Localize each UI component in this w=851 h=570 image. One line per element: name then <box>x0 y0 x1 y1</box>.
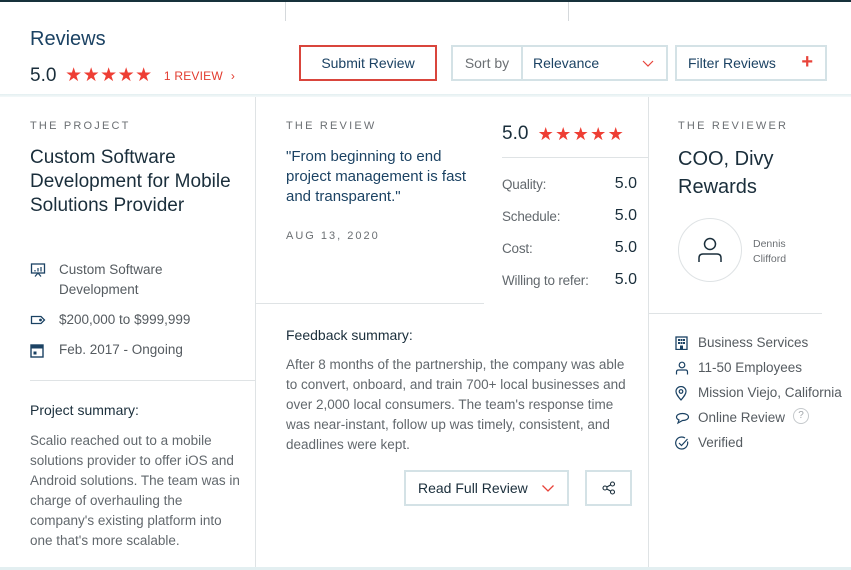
reviewer-meta-list: Business Services 11-50 Employees Missio… <box>675 333 847 458</box>
project-divider <box>30 380 256 381</box>
reviewer-company-size-text: 11-50 Employees <box>698 360 803 375</box>
review-quote: "From beginning to end project managemen… <box>286 148 467 205</box>
review-count-label: 1 REVIEW <box>163 68 223 83</box>
filter-reviews-label: Filter Reviews <box>688 55 776 71</box>
submit-review-button[interactable]: Submit Review <box>299 45 437 81</box>
chevron-right-icon: › <box>230 68 236 83</box>
star-rating: ★ ★ ★ ★ ★ <box>64 64 152 87</box>
chevron-down-icon <box>642 60 654 67</box>
star-icon: ★ <box>555 123 571 144</box>
reviews-header: Reviews 5.0 ★ ★ ★ ★ ★ 1 REVIEW › Submit Revie… <box>0 2 851 94</box>
reviewer-review-type: Online Review ? <box>675 408 847 428</box>
reviewer-column: THE REVIEWER COO, Divy Rewards Dennis Cl… <box>649 97 851 567</box>
project-service-text: Custom Software Development <box>59 262 163 297</box>
project-eyebrow: THE PROJECT <box>30 120 131 132</box>
help-icon[interactable]: ? <box>793 408 810 424</box>
share-button[interactable] <box>585 470 632 506</box>
reviewer-review-type-text: Online Review <box>698 410 786 425</box>
project-service: Custom Software Development <box>30 260 245 300</box>
star-icon: ★ <box>607 123 624 144</box>
reviewer-industry-text: Business Services <box>698 335 809 350</box>
reviewer-company-size: 11-50 Employees <box>675 358 847 378</box>
rating-label: Quality: <box>502 176 547 192</box>
feedback-summary-heading: Feedback summary: <box>286 327 413 343</box>
project-budget-text: $200,000 to $999,999 <box>59 312 191 327</box>
read-full-review-label: Read Full Review <box>418 480 528 496</box>
rating-row-schedule: Schedule: 5.0 <box>502 207 637 225</box>
calendar-icon <box>30 340 59 360</box>
feedback-summary-text: After 8 months of the partnership, the c… <box>286 357 626 452</box>
sort-label: Sort by <box>453 47 523 79</box>
sort-value: Relevance <box>533 55 600 71</box>
reviewer-name: Dennis Clifford <box>753 238 787 265</box>
rating-row-cost: Cost: 5.0 <box>502 239 637 257</box>
project-summary-text: Scalio reached out to a mobile solutions… <box>30 433 240 548</box>
rating-breakdown: 5.0 ★ ★ ★ ★ ★ Quality: 5.0 Schedule: 5.0 Cos… <box>502 97 649 303</box>
project-title: Custom Software Development for Mobile S… <box>30 147 231 216</box>
check-circle-icon <box>675 433 698 453</box>
rating-row-willing-to-refer: Willing to refer: 5.0 <box>502 271 637 289</box>
reviewer-verified: Verified <box>675 433 847 453</box>
star-icon: ★ <box>572 123 589 144</box>
project-dates-text: Feb. 2017 - Ongoing <box>59 342 183 357</box>
reviewer-divider <box>649 313 822 314</box>
overall-rating: 5.0 ★ ★ ★ ★ ★ 1 REVIEW › <box>30 64 235 87</box>
star-icon: ★ <box>135 65 152 86</box>
reviewer-location: Mission Viejo, California <box>675 383 847 403</box>
project-summary-heading: Project summary: <box>30 402 139 418</box>
review-date: AUG 13, 2020 <box>286 230 380 242</box>
overall-score: 5.0 <box>30 64 57 86</box>
reviewer-industry: Business Services <box>675 333 847 353</box>
rating-row-quality: Quality: 5.0 <box>502 175 637 193</box>
presentation-icon <box>30 260 59 280</box>
project-dates: Feb. 2017 - Ongoing <box>30 340 245 360</box>
price-tag-icon <box>30 310 59 330</box>
reviews-title: Reviews <box>30 28 106 50</box>
project-column: THE PROJECT Custom Software Development … <box>0 97 256 567</box>
share-icon <box>601 481 615 495</box>
sort-select[interactable]: Relevance <box>523 47 666 79</box>
user-avatar-icon <box>698 237 722 262</box>
avatar <box>678 218 742 282</box>
rating-label: Schedule: <box>502 208 561 224</box>
review-overall-rating: 5.0 ★ ★ ★ ★ ★ <box>502 123 624 145</box>
reviewer-title: COO, Divy Rewards <box>678 148 774 198</box>
project-meta-list: Custom Software Development $200,000 to … <box>30 260 245 370</box>
filter-reviews-button[interactable]: Filter Reviews + <box>675 45 827 81</box>
star-icon: ★ <box>117 65 135 86</box>
review-score: 5.0 <box>502 123 529 144</box>
star-icon: ★ <box>82 65 100 86</box>
review-divider <box>256 303 484 304</box>
review-column: THE REVIEW "From beginning to end projec… <box>256 97 649 567</box>
user-icon <box>675 358 698 378</box>
plus-icon: + <box>801 51 813 73</box>
star-icon: ★ <box>100 65 117 86</box>
reviewer-eyebrow: THE REVIEWER <box>678 120 789 132</box>
reviewer-verified-text: Verified <box>698 435 744 450</box>
rating-divider <box>502 157 649 158</box>
building-icon <box>675 333 698 353</box>
reviewer-location-text: Mission Viejo, California <box>698 385 842 400</box>
rating-label: Cost: <box>502 240 533 256</box>
rating-value: 5.0 <box>614 175 637 192</box>
sort-dropdown[interactable]: Sort by Relevance <box>451 45 668 81</box>
chevron-down-icon <box>542 485 554 492</box>
rating-value: 5.0 <box>614 207 637 224</box>
read-full-review-button[interactable]: Read Full Review <box>404 470 569 506</box>
star-icon: ★ <box>590 123 606 144</box>
rating-label: Willing to refer: <box>502 272 589 288</box>
rating-value: 5.0 <box>614 239 637 256</box>
rating-value: 5.0 <box>614 271 637 288</box>
star-rating: ★ ★ ★ ★ ★ <box>536 124 624 145</box>
chat-bubble-icon <box>675 408 698 428</box>
star-icon: ★ <box>537 123 554 144</box>
review-count-link[interactable]: 1 REVIEW › <box>164 69 235 83</box>
star-icon: ★ <box>65 65 82 86</box>
location-pin-icon <box>675 383 698 403</box>
review-eyebrow: THE REVIEW <box>286 120 377 132</box>
project-budget: $200,000 to $999,999 <box>30 310 245 330</box>
